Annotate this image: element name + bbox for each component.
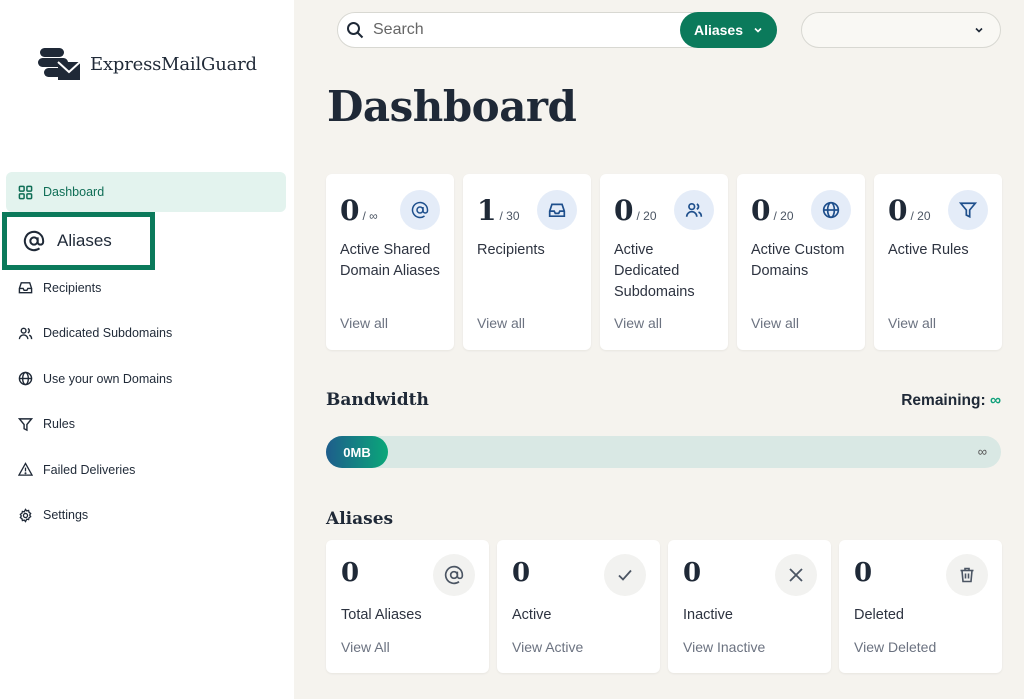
close-icon — [775, 554, 817, 596]
sidebar-item-settings[interactable]: Settings — [6, 495, 286, 535]
search-icon — [347, 22, 364, 39]
trash-icon — [946, 554, 988, 596]
alias-card-label: Inactive — [683, 607, 733, 623]
users-icon — [674, 190, 714, 230]
view-all-link[interactable]: View all — [888, 315, 936, 331]
bandwidth-max: ∞ — [977, 444, 987, 459]
bandwidth-title: Bandwidth — [326, 390, 429, 410]
sidebar-item-label: Use your own Domains — [43, 371, 173, 386]
sidebar-nav: Dashboard Aliases Recipients Dedicated S… — [2, 172, 286, 541]
sidebar-item-recipients[interactable]: Recipients — [6, 268, 286, 308]
stat-value: 1 — [477, 194, 497, 227]
sidebar-item-label: Aliases — [57, 230, 112, 250]
at-icon — [23, 230, 45, 251]
alias-card-total: 0 Total Aliases View All — [326, 540, 489, 673]
sidebar-item-aliases[interactable]: Aliases — [2, 211, 155, 270]
stats-row: 0/ ∞ Active Shared Domain Aliases View a… — [326, 174, 1002, 350]
view-all-link[interactable]: View all — [340, 315, 388, 331]
sidebar: ExpressMailGuard Dashboard Aliases Recip… — [0, 0, 294, 699]
stat-max: / 20 — [636, 209, 657, 223]
stat-max: / 20 — [910, 209, 931, 223]
sidebar-item-dashboard[interactable]: Dashboard — [6, 172, 286, 212]
sidebar-item-label: Rules — [43, 417, 75, 431]
remaining-value: ∞ — [989, 392, 1001, 409]
sidebar-item-label: Dashboard — [43, 185, 105, 199]
filter-icon — [948, 190, 988, 230]
alias-card-inactive: 0 Inactive View Inactive — [668, 540, 831, 673]
chevron-down-icon — [975, 27, 983, 33]
bandwidth-remaining: Remaining: ∞ — [901, 392, 1001, 410]
alias-card-active: 0 Active View Active — [497, 540, 660, 673]
inbox-icon — [18, 282, 33, 294]
alias-cards-row: 0 Total Aliases View All 0 Active View A… — [326, 540, 1002, 673]
gear-icon — [19, 507, 32, 523]
view-all-link[interactable]: View all — [751, 315, 799, 331]
stat-card-custom-domains: 0/ 20 Active Custom Domains View all — [737, 174, 865, 350]
sidebar-item-label: Settings — [43, 508, 89, 522]
sidebar-item-own-domains[interactable]: Use your own Domains — [6, 359, 286, 399]
stat-label: Active Dedicated Subdomains — [614, 242, 695, 300]
search-scope-dropdown[interactable]: Aliases — [679, 12, 777, 48]
search-bar: Aliases — [337, 12, 777, 48]
logo-icon — [38, 48, 81, 80]
alias-card-label: Deleted — [854, 607, 904, 623]
stat-value: 0 — [614, 194, 634, 227]
stat-label: Active Shared Domain Aliases — [340, 242, 440, 279]
stat-value: 0 — [888, 194, 908, 227]
globe-icon — [18, 371, 33, 386]
inbox-icon — [537, 190, 577, 230]
sidebar-item-label: Failed Deliveries — [43, 462, 136, 477]
sidebar-item-failed-deliveries[interactable]: Failed Deliveries — [6, 450, 286, 490]
stat-card-recipients: 1/ 30 Recipients View all — [463, 174, 591, 350]
bandwidth-progress-bar: 0MB ∞ — [326, 436, 1001, 468]
chevron-down-icon — [754, 27, 762, 33]
stat-max: / 20 — [773, 209, 794, 223]
app-logo[interactable]: ExpressMailGuard — [38, 44, 257, 84]
alias-card-label: Total Aliases — [341, 607, 422, 623]
stat-value: 0 — [751, 194, 771, 227]
search-input[interactable] — [364, 21, 680, 39]
stat-card-rules: 0/ 20 Active Rules View all — [874, 174, 1002, 350]
view-all-link[interactable]: View all — [614, 315, 662, 331]
sidebar-item-label: Dedicated Subdomains — [43, 326, 173, 340]
users-icon — [18, 327, 33, 339]
view-deleted-link[interactable]: View Deleted — [854, 639, 936, 655]
stat-card-dedicated-subdomains: 0/ 20 Active Dedicated Subdomains View a… — [600, 174, 728, 350]
alias-card-label: Active — [512, 607, 552, 623]
at-icon — [433, 554, 475, 596]
sidebar-item-dedicated-subdomains[interactable]: Dedicated Subdomains — [6, 313, 286, 353]
app-name: ExpressMailGuard — [90, 53, 257, 75]
alias-card-deleted: 0 Deleted View Deleted — [839, 540, 1002, 673]
page-title: Dashboard — [327, 82, 577, 131]
remaining-label: Remaining: — [901, 392, 986, 409]
stat-label: Recipients — [477, 242, 545, 258]
sidebar-item-rules[interactable]: Rules — [6, 404, 286, 444]
view-all-link[interactable]: View all — [477, 315, 525, 331]
bandwidth-used: 0MB — [326, 436, 388, 468]
at-icon — [400, 190, 440, 230]
filter-icon — [18, 417, 33, 431]
globe-icon — [811, 190, 851, 230]
check-icon — [604, 554, 646, 596]
stat-label: Active Custom Domains — [751, 242, 845, 279]
warning-icon — [18, 462, 33, 476]
view-inactive-link[interactable]: View Inactive — [683, 639, 765, 655]
stat-label: Active Rules — [888, 242, 969, 258]
stat-value: 0 — [340, 194, 360, 227]
sidebar-item-label: Recipients — [43, 280, 102, 295]
stat-max: / 30 — [499, 209, 520, 223]
stat-max: / ∞ — [362, 209, 378, 223]
aliases-section-title: Aliases — [326, 509, 394, 529]
view-all-aliases-link[interactable]: View All — [341, 639, 390, 655]
user-menu-dropdown[interactable] — [801, 12, 1001, 48]
view-active-link[interactable]: View Active — [512, 639, 583, 655]
grid-icon — [18, 185, 33, 199]
search-scope-label: Aliases — [693, 22, 743, 38]
stat-card-shared-aliases: 0/ ∞ Active Shared Domain Aliases View a… — [326, 174, 454, 350]
